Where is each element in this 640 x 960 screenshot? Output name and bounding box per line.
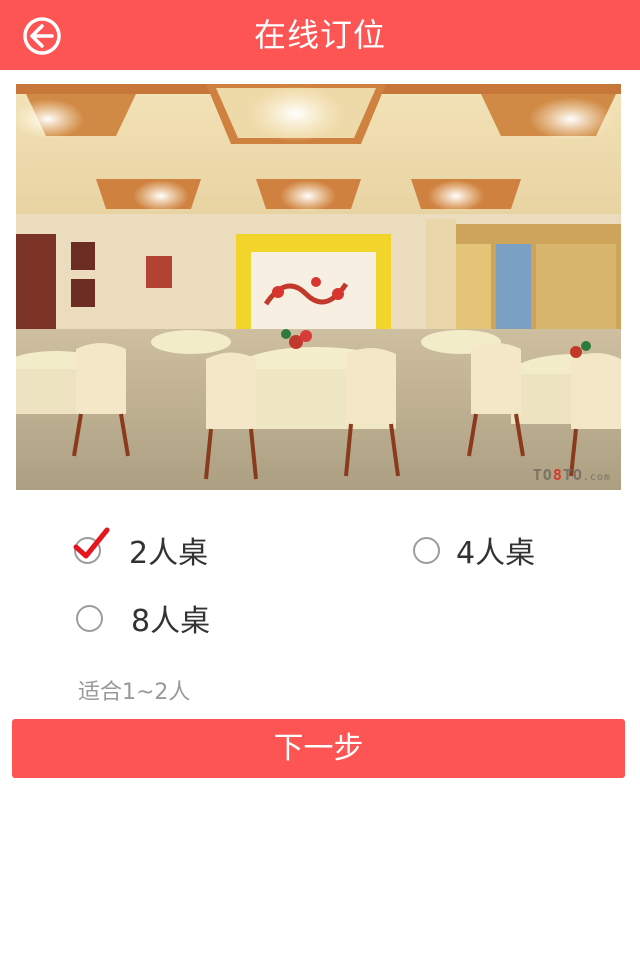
option-8-person-table[interactable]: 8人桌 <box>76 598 211 639</box>
restaurant-banner-image: TO8TO.com <box>16 84 621 490</box>
radio-unchecked[interactable] <box>413 536 440 564</box>
option-4-person-table[interactable]: 4人桌 <box>413 530 536 571</box>
option-2-person-table[interactable]: 2人桌 <box>73 527 209 571</box>
top-bar: 在线订位 <box>0 0 640 70</box>
page-title: 在线订位 <box>253 16 386 54</box>
radio-unchecked[interactable] <box>76 604 103 632</box>
radio-checked[interactable] <box>73 527 110 564</box>
image-watermark: TO8TO.com <box>532 466 611 484</box>
option-label: 8人桌 <box>131 604 211 639</box>
option-label: 2人桌 <box>129 536 209 571</box>
option-label: 4人桌 <box>456 536 536 571</box>
next-step-button[interactable]: 下一步 <box>12 719 625 778</box>
checkmark-icon <box>73 527 110 558</box>
capacity-hint: 适合1~2人 <box>78 680 191 705</box>
